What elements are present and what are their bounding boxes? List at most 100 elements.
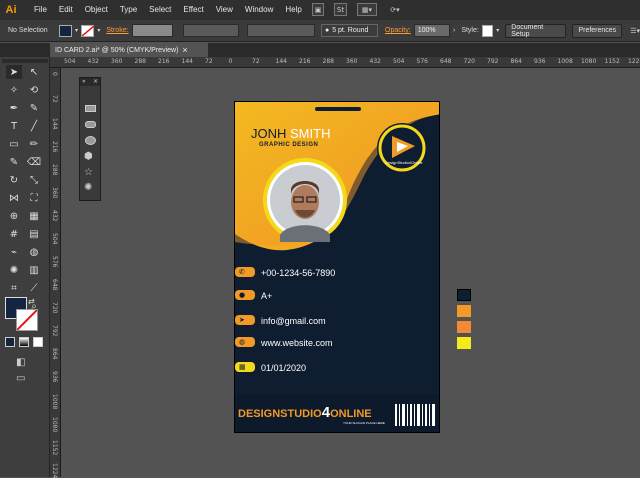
drawing-mode-icon[interactable]: ◧: [16, 357, 25, 368]
ruler-tick: 864: [51, 348, 58, 360]
eraser-tool-icon[interactable]: ⌫: [26, 155, 42, 169]
shape-tools-panel: «× ⬢ ☆ ✺: [79, 77, 101, 201]
swap-colors-icon[interactable]: ⇄: [28, 297, 35, 306]
menu-object[interactable]: Object: [79, 0, 114, 20]
ruler-tick: 648: [440, 58, 452, 65]
preferences-button[interactable]: Preferences: [572, 23, 623, 38]
style-swatch[interactable]: [481, 24, 494, 37]
phone-text: +00-1234-56-7890: [261, 268, 336, 278]
brush-field[interactable]: ● 5 pt. Round: [320, 24, 378, 37]
gpu-performance-icon[interactable]: ⟳▾: [387, 3, 403, 16]
paintbrush-tool-icon[interactable]: ✏: [26, 137, 42, 151]
shape-builder-tool-icon[interactable]: ⊕: [6, 209, 22, 223]
lasso-tool-icon[interactable]: ⟲: [26, 83, 42, 97]
menu-edit[interactable]: Edit: [53, 0, 79, 20]
color-mode-icon[interactable]: [5, 337, 15, 347]
swatch-light-orange[interactable]: [457, 321, 471, 333]
fill-swatch[interactable]: [58, 24, 73, 37]
menu-view[interactable]: View: [210, 0, 239, 20]
type-tool-icon[interactable]: T: [6, 119, 22, 133]
align-icon[interactable]: ☰▾: [630, 27, 640, 35]
ruler-tick: 1080: [51, 417, 58, 433]
symbol-sprayer-tool-icon[interactable]: ✺: [6, 263, 22, 277]
shape-panel-header[interactable]: «×: [80, 78, 100, 86]
toolbox-grip[interactable]: [2, 59, 48, 63]
direct-selection-tool-icon[interactable]: ↖: [26, 65, 42, 79]
screen-mode-icon[interactable]: ▭: [16, 373, 25, 384]
artboard-tool-icon[interactable]: ⌗: [6, 281, 22, 295]
bridge-icon[interactable]: ▣: [312, 3, 324, 16]
ruler-tick: 1224: [628, 58, 640, 65]
swatch-orange[interactable]: [457, 305, 471, 317]
opacity-label[interactable]: Opacity:: [382, 27, 414, 34]
brush-dot-icon: ●: [324, 27, 330, 34]
menu-window[interactable]: Window: [239, 0, 279, 20]
eyedropper-tool-icon[interactable]: ⌁: [6, 245, 22, 259]
stock-icon[interactable]: St: [334, 3, 347, 16]
ruler-tick: 576: [416, 58, 428, 65]
close-tab-icon[interactable]: ×: [182, 45, 187, 55]
id-card-artboard[interactable]: JONH SMITH GRAPHIC DESIGN DesignStudio4O…: [234, 101, 440, 433]
opacity-value: 100%: [417, 27, 436, 34]
column-graph-tool-icon[interactable]: ▥: [26, 263, 42, 277]
brand-end-text: ONLINE: [330, 408, 372, 420]
first-name: JONH: [251, 126, 287, 141]
opacity-arrow-icon[interactable]: ›: [453, 27, 455, 34]
stroke-color-box[interactable]: [16, 309, 38, 331]
line-tool-icon[interactable]: ╱: [26, 119, 42, 133]
date-text: 01/01/2020: [261, 363, 307, 373]
style-dropdown-icon[interactable]: ▾: [496, 27, 499, 34]
stroke-swatch[interactable]: [81, 24, 95, 37]
swatch-yellow[interactable]: [457, 337, 471, 349]
ellipse-tool-icon[interactable]: [85, 136, 96, 145]
ruler-tick: 936: [534, 58, 546, 65]
document-tab[interactable]: ID CARD 2.ai* @ 50% (CMYK/Preview) ×: [50, 43, 208, 57]
slice-tool-icon[interactable]: ⟋: [26, 281, 42, 295]
ruler-tick: 360: [111, 58, 123, 65]
perspective-grid-tool-icon[interactable]: ▦: [26, 209, 42, 223]
ruler-tick: 288: [322, 58, 334, 65]
collapse-icon[interactable]: «: [82, 78, 86, 86]
free-transform-tool-icon[interactable]: ⛶: [26, 191, 42, 205]
ruler-tick: 432: [87, 58, 99, 65]
rectangle-tool-icon[interactable]: ▭: [6, 137, 22, 151]
flare-tool-icon[interactable]: ✺: [84, 182, 92, 193]
variable-width-field[interactable]: [183, 24, 239, 37]
arrange-documents-icon[interactable]: ▦▾: [357, 3, 377, 16]
blood-text: A+: [261, 291, 273, 301]
menu-select[interactable]: Select: [143, 0, 177, 20]
pencil-tool-icon[interactable]: ✎: [6, 155, 22, 169]
opacity-field[interactable]: 100%: [413, 24, 450, 37]
rotate-tool-icon[interactable]: ↻: [6, 173, 22, 187]
selection-tool-icon[interactable]: ➤: [6, 65, 22, 79]
job-title: GRAPHIC DESIGN: [259, 142, 319, 148]
gradient-mode-icon[interactable]: [19, 337, 29, 347]
menu-file[interactable]: File: [28, 0, 53, 20]
ruler-tick: 432: [51, 210, 58, 222]
star-tool-icon[interactable]: ☆: [84, 167, 93, 178]
polygon-tool-icon[interactable]: ⬢: [84, 151, 93, 162]
menu-effect[interactable]: Effect: [177, 0, 209, 20]
rectangle-tool-icon[interactable]: [85, 105, 96, 112]
stroke-weight-field[interactable]: [131, 24, 174, 37]
fill-dropdown-icon[interactable]: ▾: [75, 27, 78, 34]
stroke-label[interactable]: Stroke:: [103, 27, 131, 34]
width-tool-icon[interactable]: ⋈: [6, 191, 22, 205]
swatch-navy[interactable]: [457, 289, 471, 301]
control-bar: No Selection ▾ ▾ Stroke: ● 5 pt. Round Op…: [0, 20, 640, 42]
menu-type[interactable]: Type: [114, 0, 143, 20]
menu-help[interactable]: Help: [279, 0, 307, 20]
none-mode-icon[interactable]: [33, 337, 43, 347]
gradient-tool-icon[interactable]: ▤: [26, 227, 42, 241]
blend-tool-icon[interactable]: ◍: [26, 245, 42, 259]
document-setup-button[interactable]: Document Setup: [505, 23, 567, 38]
stroke-dropdown-icon[interactable]: ▾: [97, 27, 100, 34]
scale-tool-icon[interactable]: ⤡: [26, 173, 42, 187]
mesh-tool-icon[interactable]: #: [6, 227, 22, 241]
close-icon[interactable]: ×: [93, 78, 98, 86]
rounded-rectangle-tool-icon[interactable]: [85, 121, 96, 128]
curvature-tool-icon[interactable]: ✎: [26, 101, 42, 115]
pen-tool-icon[interactable]: ✒: [6, 101, 22, 115]
brush-definition-field[interactable]: [246, 24, 315, 37]
magic-wand-tool-icon[interactable]: ✧: [6, 83, 22, 97]
